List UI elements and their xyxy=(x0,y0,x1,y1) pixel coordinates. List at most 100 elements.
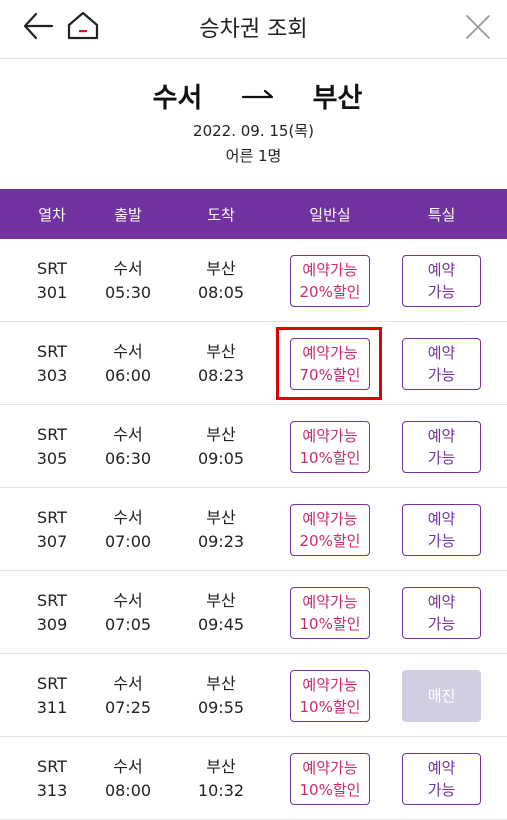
header-depart: 출발 xyxy=(114,206,142,224)
departure-time: 05:30 xyxy=(104,283,152,302)
train-type: SRT xyxy=(37,674,67,693)
special-seat-button[interactable]: 예약 가능 xyxy=(402,504,481,556)
arrival-station: 부산 xyxy=(312,83,363,114)
general-seat-button[interactable]: 예약가능 10%할인 xyxy=(290,587,370,639)
general-seat-button[interactable]: 예약가능 10%할인 xyxy=(290,753,370,805)
general-seat-discount: 10%할인 xyxy=(299,781,361,799)
general-seat-button[interactable]: 예약가능 10%할인 xyxy=(290,421,370,473)
train-number: 303 xyxy=(36,366,68,385)
table-row: SRT 309 수서 07:05 부산 09:45 예약가능 10%할인 예약가능 xyxy=(0,571,507,654)
train-number: 313 xyxy=(36,781,68,800)
train-cell: SRT 301 xyxy=(17,257,87,305)
special-seat-label: 예약 xyxy=(427,261,456,279)
route-summary: 수서 부산 xyxy=(0,76,507,116)
train-number: 305 xyxy=(36,449,68,468)
train-number: 301 xyxy=(36,283,68,302)
train-cell: SRT 313 xyxy=(17,755,87,803)
passenger-count: 어른 1명 xyxy=(225,147,282,165)
arrival-cell: 부산 09:45 xyxy=(186,589,256,637)
general-seat-discount: 10%할인 xyxy=(299,449,361,467)
special-seat-label: 예약 xyxy=(427,344,456,362)
train-type: SRT xyxy=(37,591,67,610)
close-icon[interactable] xyxy=(463,12,493,42)
departure-station: 수서 xyxy=(113,259,143,278)
arrival-cell: 부산 08:23 xyxy=(186,340,256,388)
departure-station: 수서 xyxy=(113,342,143,361)
general-seat-discount: 70%할인 xyxy=(299,366,361,384)
arrival-station: 부산 xyxy=(206,508,236,527)
departure-station: 수서 xyxy=(113,591,143,610)
arrival-time: 09:45 xyxy=(197,615,245,634)
departure-time: 06:30 xyxy=(104,449,152,468)
special-seat-button[interactable]: 예약가능 xyxy=(402,255,481,307)
travel-date: 2022. 09. 15(목) xyxy=(193,122,314,140)
train-cell: SRT 311 xyxy=(17,672,87,720)
special-seat-button[interactable]: 예약가능 xyxy=(402,421,481,473)
general-seat-button[interactable]: 예약가능 70%할인 xyxy=(290,338,370,390)
departure-time: 06:00 xyxy=(104,366,152,385)
departure-time: 07:25 xyxy=(104,698,152,717)
top-bar: 승차권 조회 xyxy=(0,0,507,59)
departure-station: 수서 xyxy=(113,757,143,776)
arrival-time: 10:32 xyxy=(197,781,245,800)
departure-cell: 수서 07:25 xyxy=(93,672,163,720)
table-row: SRT 301 수서 05:30 부산 08:05 예약가능 20%할인 예약가능 xyxy=(0,239,507,322)
general-seat-button[interactable]: 예약가능 20%할인 xyxy=(290,255,370,307)
header-general: 일반실 xyxy=(309,206,351,224)
general-seat-discount: 20%할인 xyxy=(299,283,361,301)
arrival-station: 부산 xyxy=(206,674,236,693)
train-cell: SRT 307 xyxy=(17,506,87,554)
arrival-cell: 부산 08:05 xyxy=(186,257,256,305)
general-seat-status: 예약가능 xyxy=(302,676,358,694)
train-type: SRT xyxy=(37,508,67,527)
train-number: 307 xyxy=(36,532,68,551)
general-seat-button[interactable]: 예약가능 10%할인 xyxy=(290,670,370,722)
table-row: SRT 303 수서 06:00 부산 08:23 예약가능 70%할인 예약 가능 xyxy=(0,322,507,405)
general-seat-status: 예약가능 xyxy=(302,261,358,279)
departure-cell: 수서 07:05 xyxy=(93,589,163,637)
general-seat-discount: 10%할인 xyxy=(299,615,361,633)
arrival-time: 08:23 xyxy=(197,366,245,385)
departure-time: 08:00 xyxy=(104,781,152,800)
special-seat-label: 가능 xyxy=(427,532,456,550)
header-special: 특실 xyxy=(427,206,456,224)
special-seat-button[interactable]: 예약가능 xyxy=(402,587,481,639)
table-row: SRT 305 수서 06:30 부산 09:05 예약가능 10%할인 예약 가능 xyxy=(0,405,507,488)
arrival-time: 09:23 xyxy=(197,532,245,551)
header-train: 열차 xyxy=(38,206,66,224)
special-seat-label: 예약 xyxy=(427,593,456,611)
departure-station: 수서 xyxy=(113,425,143,444)
arrival-station: 부산 xyxy=(206,425,236,444)
arrival-time: 09:55 xyxy=(197,698,245,717)
special-seat-label: 가능 xyxy=(427,283,456,301)
route-arrow-icon xyxy=(238,85,278,105)
train-number: 311 xyxy=(36,698,68,717)
general-seat-button[interactable]: 예약가능 20%할인 xyxy=(290,504,370,556)
special-seat-label: 가능 xyxy=(427,781,456,799)
special-seat-button[interactable]: 예약 가능 xyxy=(402,338,481,390)
train-cell: SRT 309 xyxy=(17,589,87,637)
train-cell: SRT 305 xyxy=(17,423,87,471)
table-header: 열차 출발 도착 일반실 특실 xyxy=(0,189,507,239)
table-row: SRT 307 수서 07:00 부산 09:23 예약가능 20%할인 예약 가능 xyxy=(0,488,507,571)
special-seat-soldout-button: 매진 xyxy=(402,670,481,722)
departure-time: 07:00 xyxy=(104,532,152,551)
special-seat-label: 가능 xyxy=(427,615,456,633)
departure-cell: 수서 06:30 xyxy=(93,423,163,471)
departure-station: 수서 xyxy=(113,674,143,693)
train-type: SRT xyxy=(37,425,67,444)
general-seat-status: 예약가능 xyxy=(302,593,358,611)
table-row: SRT 311 수서 07:25 부산 09:55 예약가능 10%할인 매진 xyxy=(0,654,507,737)
train-type: SRT xyxy=(37,757,67,776)
train-cell: SRT 303 xyxy=(17,340,87,388)
general-seat-discount: 10%할인 xyxy=(299,698,361,716)
special-seat-label: 예약 xyxy=(427,427,456,445)
train-number: 309 xyxy=(36,615,68,634)
arrival-cell: 부산 09:55 xyxy=(186,672,256,720)
page-title: 승차권 조회 xyxy=(199,17,308,42)
special-seat-button[interactable]: 예약 가능 xyxy=(402,753,481,805)
special-seat-label: 가능 xyxy=(427,449,456,467)
arrival-station: 부산 xyxy=(206,259,236,278)
arrival-station: 부산 xyxy=(206,342,236,361)
departure-time: 07:05 xyxy=(104,615,152,634)
